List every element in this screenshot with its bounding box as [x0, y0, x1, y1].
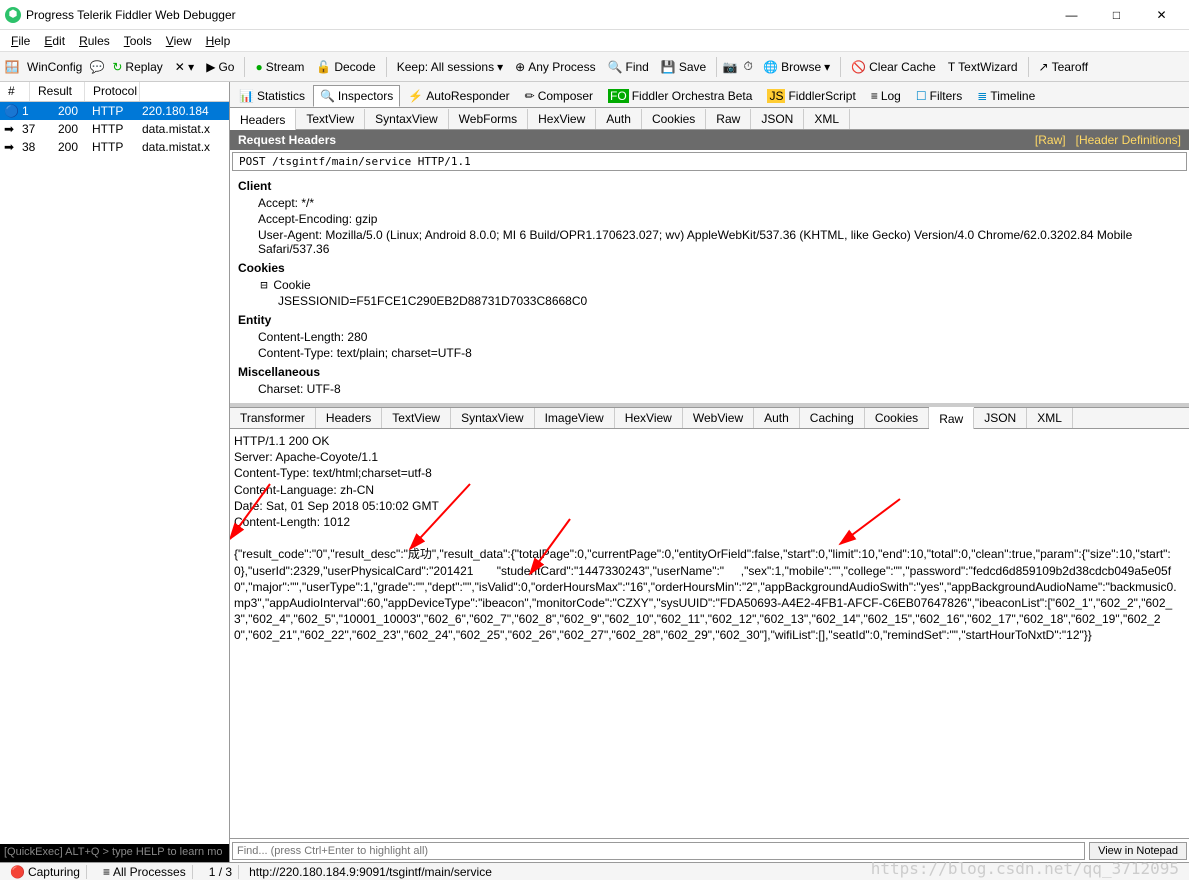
reqtab-headers[interactable]: Headers	[230, 108, 296, 130]
quickexec-bar[interactable]: [QuickExec] ALT+Q > type HELP to learn m…	[0, 844, 229, 862]
clear-cache-button[interactable]: 🚫Clear Cache	[847, 58, 940, 76]
restab-transformer[interactable]: Transformer	[230, 408, 316, 428]
restab-syntaxview[interactable]: SyntaxView	[451, 408, 534, 428]
reqtab-json[interactable]: JSON	[751, 109, 804, 129]
tearoff-button[interactable]: ↗Tearoff	[1035, 58, 1093, 76]
raw-link[interactable]: [Raw]	[1035, 133, 1066, 147]
winconfig-button[interactable]: WinConfig	[23, 58, 86, 76]
restab-cookies[interactable]: Cookies	[865, 408, 929, 428]
restab-raw[interactable]: Raw	[929, 407, 974, 429]
maximize-button[interactable]: □	[1094, 0, 1139, 30]
tab-timeline[interactable]: ≣Timeline	[970, 85, 1042, 107]
sessions-sidebar: # Result Protocol 🔵1200HTTP220.180.184➡3…	[0, 82, 230, 862]
request-headers-bar: Request Headers [Raw] [Header Definition…	[230, 130, 1189, 150]
menu-view[interactable]: View	[160, 32, 198, 50]
status-url: http://220.180.184.9:9091/tsgintf/main/s…	[249, 865, 492, 879]
tab-statistics[interactable]: 📊Statistics	[232, 85, 312, 107]
minimize-button[interactable]: —	[1049, 0, 1094, 30]
tab-filters[interactable]: ☐Filters	[909, 85, 969, 107]
tab-inspectors[interactable]: 🔍Inspectors	[313, 85, 400, 107]
inspector-tool-tabs: 📊Statistics 🔍Inspectors ⚡AutoResponder ✏…	[230, 82, 1189, 108]
restab-hexview[interactable]: HexView	[615, 408, 683, 428]
menu-file[interactable]: File	[5, 32, 36, 50]
tab-composer[interactable]: ✏Composer	[518, 85, 600, 107]
timer-icon[interactable]: ⏱	[741, 60, 755, 74]
save-button[interactable]: 💾Save	[657, 58, 710, 76]
textwizard-button[interactable]: T TextWizard	[944, 58, 1022, 76]
find-bar: View in Notepad	[230, 838, 1189, 862]
session-row[interactable]: ➡37200HTTPdata.mistat.x	[0, 120, 229, 138]
restab-json[interactable]: JSON	[974, 408, 1027, 428]
close-button[interactable]: ✕	[1139, 0, 1184, 30]
remove-button[interactable]: ✕ ▾	[171, 58, 198, 76]
restab-textview[interactable]: TextView	[382, 408, 451, 428]
reqtab-hexview[interactable]: HexView	[528, 109, 596, 129]
view-in-notepad-button[interactable]: View in Notepad	[1089, 842, 1187, 860]
restab-imageview[interactable]: ImageView	[535, 408, 615, 428]
reqtab-raw[interactable]: Raw	[706, 109, 751, 129]
reqtab-textview[interactable]: TextView	[296, 109, 365, 129]
restab-auth[interactable]: Auth	[754, 408, 800, 428]
restab-caching[interactable]: Caching	[800, 408, 865, 428]
winconfig-icon: 🪟	[5, 60, 19, 74]
response-tabs: Transformer Headers TextView SyntaxView …	[230, 407, 1189, 429]
restab-xml[interactable]: XML	[1027, 408, 1073, 428]
status-count: 1 / 3	[203, 865, 239, 879]
sessions-list[interactable]: 🔵1200HTTP220.180.184➡37200HTTPdata.mista…	[0, 102, 229, 844]
response-raw-pane[interactable]: HTTP/1.1 200 OK Server: Apache-Coyote/1.…	[230, 429, 1189, 838]
menu-help[interactable]: Help	[200, 32, 237, 50]
menu-tools[interactable]: Tools	[118, 32, 158, 50]
menubar: File Edit Rules Tools View Help	[0, 30, 1189, 52]
reqtab-webforms[interactable]: WebForms	[449, 109, 528, 129]
col-result[interactable]: Result	[30, 82, 85, 101]
titlebar: ⬢ Progress Telerik Fiddler Web Debugger …	[0, 0, 1189, 30]
browse-button[interactable]: 🌐Browse ▾	[759, 58, 834, 76]
comment-icon[interactable]: 💬	[90, 60, 104, 74]
raw-response-text: HTTP/1.1 200 OK Server: Apache-Coyote/1.…	[234, 433, 1185, 643]
restab-webview[interactable]: WebView	[683, 408, 754, 428]
replay-button[interactable]: ↻Replay	[108, 58, 166, 76]
toolbar: 🪟 WinConfig 💬 ↻Replay ✕ ▾ ▶ Go ●Stream 🔓…	[0, 52, 1189, 82]
request-headers-title: Request Headers	[238, 133, 336, 147]
reqtab-syntaxview[interactable]: SyntaxView	[365, 109, 448, 129]
status-processes[interactable]: ≡All Processes	[97, 865, 193, 879]
sessions-header: # Result Protocol	[0, 82, 229, 102]
tab-orchestra[interactable]: FOFiddler Orchestra Beta	[601, 85, 759, 107]
find-input[interactable]	[232, 842, 1085, 860]
request-tabs: Headers TextView SyntaxView WebForms Hex…	[230, 108, 1189, 130]
menu-edit[interactable]: Edit	[38, 32, 71, 50]
keep-sessions[interactable]: Keep: All sessions ▾	[393, 58, 507, 76]
app-icon: ⬢	[5, 7, 21, 23]
reqtab-cookies[interactable]: Cookies	[642, 109, 706, 129]
reqtab-xml[interactable]: XML	[804, 109, 850, 129]
tab-log[interactable]: ≡Log	[864, 85, 908, 107]
session-row[interactable]: 🔵1200HTTP220.180.184	[0, 102, 229, 120]
request-headers-pane[interactable]: ClientAccept: */*Accept-Encoding: gzipUs…	[230, 173, 1189, 403]
tab-fiddlerscript[interactable]: JSFiddlerScript	[760, 85, 862, 107]
status-capturing[interactable]: 🔴Capturing	[4, 865, 87, 879]
statusbar: 🔴Capturing ≡All Processes 1 / 3 http://2…	[0, 862, 1189, 880]
col-protocol[interactable]: Protocol	[85, 82, 140, 101]
restab-headers[interactable]: Headers	[316, 408, 382, 428]
col-num[interactable]: #	[0, 82, 30, 101]
any-process[interactable]: ⊕ Any Process	[511, 58, 599, 76]
tab-autoresponder[interactable]: ⚡AutoResponder	[401, 85, 516, 107]
camera-icon[interactable]: 📷	[723, 60, 737, 74]
decode-button[interactable]: 🔓Decode	[312, 58, 379, 76]
session-row[interactable]: ➡38200HTTPdata.mistat.x	[0, 138, 229, 156]
window-title: Progress Telerik Fiddler Web Debugger	[26, 8, 1049, 22]
find-button[interactable]: 🔍Find	[604, 58, 653, 76]
stream-button[interactable]: ●Stream	[251, 58, 308, 76]
header-definitions-link[interactable]: [Header Definitions]	[1076, 133, 1181, 147]
go-button[interactable]: ▶ Go	[202, 58, 238, 76]
menu-rules[interactable]: Rules	[73, 32, 116, 50]
request-line: POST /tsgintf/main/service HTTP/1.1	[232, 152, 1187, 171]
reqtab-auth[interactable]: Auth	[596, 109, 642, 129]
